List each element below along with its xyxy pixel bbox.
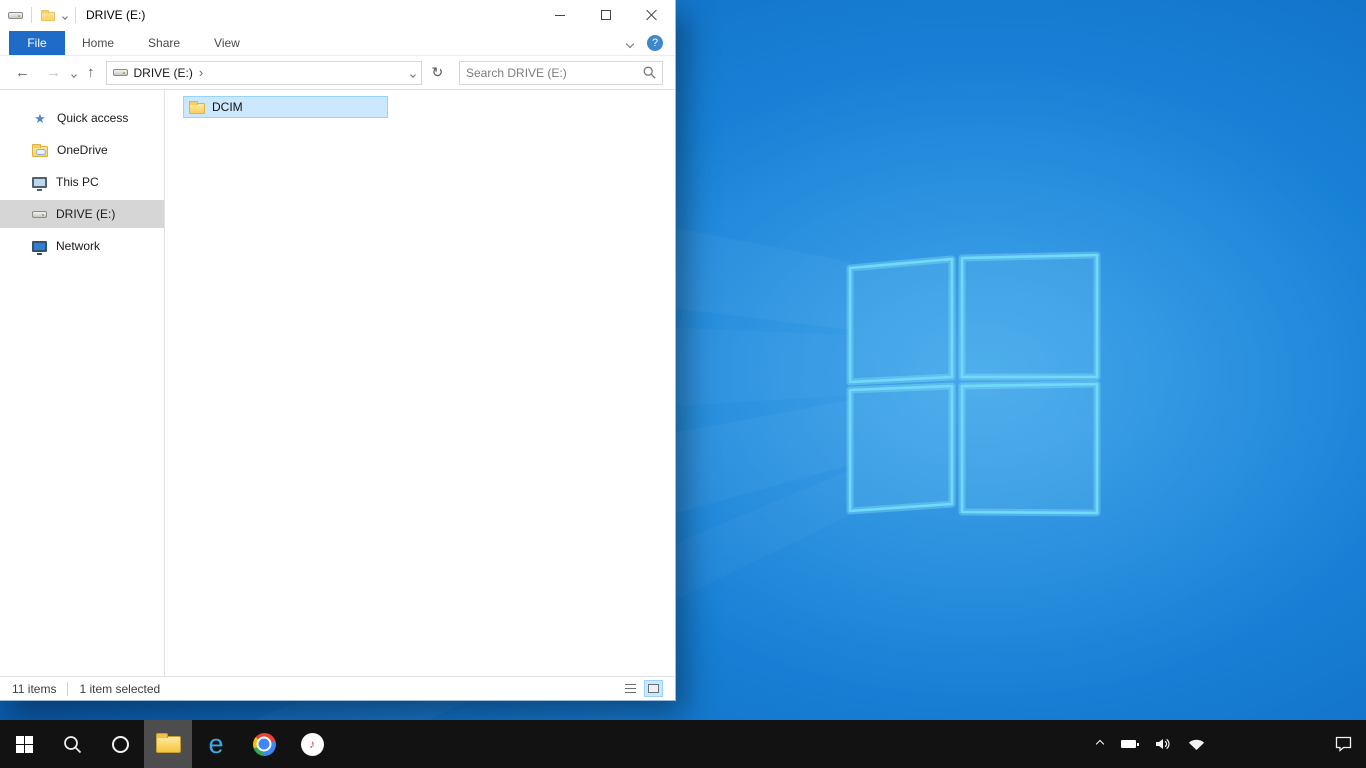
sidebar-item-this-pc[interactable]: This PC (0, 168, 164, 196)
tab-view[interactable]: View (197, 31, 257, 55)
status-divider (67, 681, 69, 696)
action-center-button[interactable] (1326, 720, 1366, 768)
titlebar: DRIVE (E:) (0, 0, 675, 30)
chevron-down-icon (409, 71, 416, 78)
navigation-bar: ← → ↑ DRIVE (E:) › ↻ (0, 56, 675, 90)
windows-start-icon (15, 735, 33, 753)
file-item-dcim[interactable]: DCIM (183, 96, 388, 118)
cortana-icon (111, 735, 129, 753)
maximize-button[interactable] (583, 0, 629, 30)
navigation-pane: ★ Quick access OneDrive This PC DRIVE (E… (0, 90, 165, 676)
chevron-down-icon (71, 71, 77, 78)
taskbar: e ♪ (0, 720, 1366, 768)
quick-access-toolbar-folder-icon[interactable] (41, 10, 55, 22)
sidebar-item-label: Quick access (57, 111, 129, 125)
window-title: DRIVE (E:) (86, 8, 146, 22)
breadcrumb[interactable]: DRIVE (E:) (134, 66, 193, 80)
minimize-button[interactable] (537, 0, 583, 30)
ribbon-right-controls: ? (625, 34, 675, 51)
breadcrumb-chevron-icon[interactable]: › (199, 65, 203, 80)
up-button[interactable]: ↑ (82, 63, 100, 82)
system-menu-drive-icon[interactable] (8, 11, 23, 19)
action-center-icon (1335, 736, 1352, 752)
cortana-button[interactable] (96, 720, 144, 768)
search-input[interactable] (466, 65, 643, 80)
search-icon[interactable] (643, 66, 656, 79)
sidebar-item-label: Network (56, 239, 101, 253)
network-icon (32, 240, 47, 255)
chevron-down-icon (62, 14, 68, 20)
chrome-icon (252, 732, 276, 756)
address-bar[interactable]: DRIVE (E:) › (105, 60, 422, 85)
file-name: DCIM (212, 100, 243, 114)
battery-status[interactable] (1112, 720, 1145, 768)
network-status[interactable] (1179, 720, 1214, 768)
maximize-icon (601, 10, 611, 20)
tab-home[interactable]: Home (65, 31, 131, 55)
quick-access-star-icon: ★ (34, 110, 46, 126)
sidebar-item-label: OneDrive (57, 143, 108, 157)
sidebar-item-label: This PC (56, 175, 99, 189)
view-toggles (621, 680, 663, 697)
titlebar-separator (75, 7, 76, 23)
window-body: ★ Quick access OneDrive This PC DRIVE (E… (0, 90, 675, 676)
refresh-button[interactable]: ↻ (428, 64, 448, 81)
system-tray (1088, 720, 1366, 768)
tab-share[interactable]: Share (131, 31, 197, 55)
onedrive-icon (32, 144, 48, 157)
internet-explorer-icon: e (208, 728, 224, 759)
sidebar-item-label: DRIVE (E:) (56, 207, 116, 221)
itunes-icon: ♪ (300, 732, 324, 756)
search-icon (63, 735, 81, 753)
chrome-button[interactable] (240, 720, 288, 768)
battery-icon (1121, 740, 1139, 748)
status-bar: 11 items 1 item selected (0, 676, 675, 700)
itunes-button[interactable]: ♪ (288, 720, 336, 768)
details-view-button[interactable] (621, 680, 640, 697)
wifi-icon (1188, 739, 1205, 750)
back-button[interactable]: ← (10, 63, 35, 82)
item-count: 11 items (12, 681, 57, 696)
speaker-icon (1156, 738, 1170, 750)
drive-icon (32, 210, 47, 218)
taskbar-search-button[interactable] (48, 720, 96, 768)
details-view-icon (625, 684, 636, 693)
titlebar-separator (31, 7, 32, 23)
window-controls (537, 0, 675, 30)
file-explorer-window: DRIVE (E:) File Home Share View ? ← → ↑ … (0, 0, 675, 700)
chevron-down-icon (625, 39, 635, 48)
folder-icon (189, 101, 205, 114)
start-button[interactable] (0, 720, 48, 768)
close-button[interactable] (629, 0, 675, 30)
taskbar-file-explorer-button[interactable] (144, 720, 192, 768)
tab-file[interactable]: File (9, 30, 65, 55)
sidebar-item-network[interactable]: Network (0, 232, 164, 260)
help-button[interactable]: ? (647, 34, 663, 51)
recent-locations-button[interactable] (71, 66, 77, 80)
this-pc-icon (32, 176, 47, 191)
close-icon (646, 9, 658, 21)
ribbon-tab-strip: File Home Share View ? (0, 30, 675, 56)
qat-customize-button[interactable] (62, 8, 68, 22)
expand-ribbon-button[interactable] (625, 36, 635, 50)
sidebar-item-quick-access[interactable]: ★ Quick access (0, 104, 164, 132)
internet-explorer-button[interactable]: e (192, 720, 240, 768)
file-list: DCIM (165, 90, 675, 676)
address-dropdown-button[interactable] (409, 66, 416, 80)
chevron-up-icon (1095, 739, 1105, 749)
sidebar-item-onedrive[interactable]: OneDrive (0, 136, 164, 164)
sidebar-item-drive-e[interactable]: DRIVE (E:) (0, 200, 164, 228)
large-icons-view-icon (648, 684, 659, 693)
drive-icon (112, 69, 128, 76)
search-box (459, 60, 663, 85)
minimize-icon (555, 14, 565, 16)
volume-status[interactable] (1145, 720, 1179, 768)
show-hidden-icons-button[interactable] (1088, 720, 1112, 768)
selection-count: 1 item selected (79, 681, 161, 696)
large-icons-view-button[interactable] (644, 680, 663, 697)
forward-button[interactable]: → (41, 63, 66, 82)
file-explorer-icon (155, 732, 181, 753)
